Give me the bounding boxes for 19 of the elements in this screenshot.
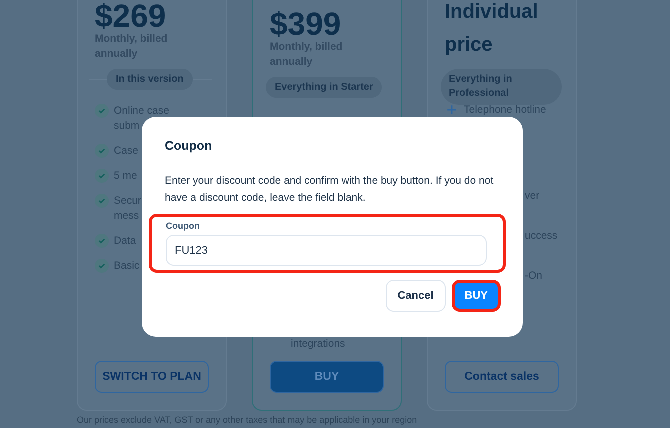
plan-price: Individual price bbox=[445, 0, 540, 58]
check-icon bbox=[95, 234, 109, 248]
check-icon bbox=[95, 169, 109, 183]
plan-button[interactable]: Contact sales bbox=[445, 361, 559, 393]
buy-button[interactable]: BUY bbox=[452, 280, 501, 312]
cancel-button[interactable]: Cancel bbox=[386, 280, 446, 312]
dialog-title: Coupon bbox=[165, 139, 214, 153]
check-icon bbox=[95, 144, 109, 158]
check-icon bbox=[95, 259, 109, 273]
field-label: Coupon bbox=[166, 221, 201, 231]
plan-price: $399 bbox=[270, 9, 342, 39]
check-icon bbox=[95, 194, 109, 208]
coupon-field[interactable]: FU123 bbox=[166, 235, 487, 266]
plus-icon bbox=[445, 103, 459, 117]
dialog-message: Enter your discount code and confirm with the buy button. If you do not have a discount code, leave the field blank. bbox=[165, 174, 495, 206]
check-icon bbox=[95, 104, 109, 118]
plan-button[interactable]: BUY bbox=[270, 361, 384, 393]
plan-button[interactable]: SWITCH TO PLAN bbox=[95, 361, 209, 393]
plan-price: $269 bbox=[95, 1, 168, 31]
